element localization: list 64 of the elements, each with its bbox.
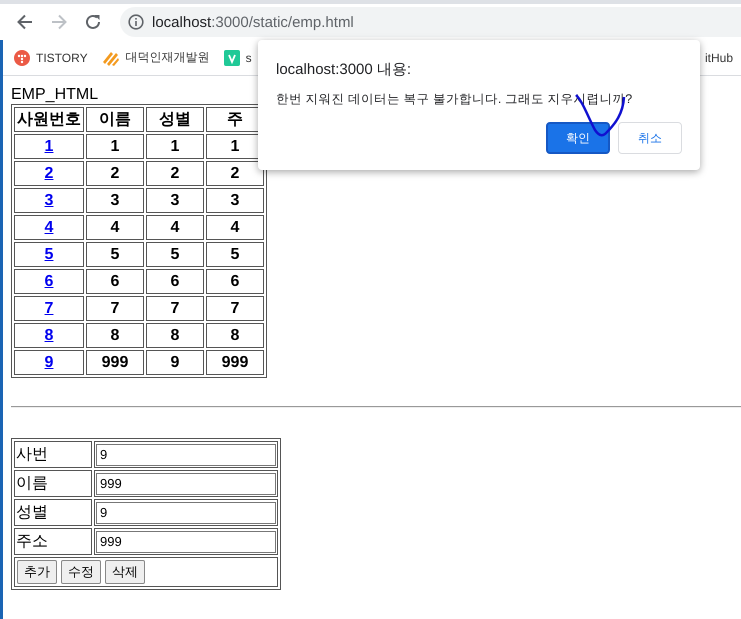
employee-link[interactable]: 9 bbox=[44, 354, 54, 370]
employee-link[interactable]: 3 bbox=[44, 192, 54, 208]
table-cell: 7 bbox=[206, 296, 264, 321]
table-cell: 4 bbox=[206, 215, 264, 240]
info-icon[interactable] bbox=[128, 14, 144, 30]
table-caption: EMP_HTML bbox=[11, 86, 98, 104]
dialog-title: localhost:3000 내용: bbox=[276, 60, 412, 79]
table-cell: 3 bbox=[206, 188, 264, 213]
cancel-button[interactable]: 취소 bbox=[618, 122, 682, 154]
field-label: 이름 bbox=[14, 470, 92, 497]
stripes-icon bbox=[102, 50, 120, 66]
dots-icon bbox=[14, 50, 30, 66]
employee-link[interactable]: 2 bbox=[44, 164, 54, 182]
table-cell: 8 bbox=[146, 323, 204, 348]
table-cell: 7 bbox=[146, 296, 204, 321]
table-cell: 6 bbox=[86, 269, 144, 294]
table-cell: 999 bbox=[86, 350, 144, 375]
employee-link[interactable]: 4 bbox=[44, 218, 54, 236]
input-field[interactable]: 999 bbox=[96, 530, 276, 552]
bookmark-link[interactable]: TISTORY bbox=[36, 50, 88, 64]
form-button[interactable]: 삭제 bbox=[105, 560, 145, 584]
field-label: 성별 bbox=[14, 499, 92, 526]
table-cell: 2 bbox=[86, 161, 144, 186]
employee-link[interactable]: 6 bbox=[44, 272, 54, 290]
table-cell: 6 bbox=[206, 269, 264, 294]
bookmark-link[interactable]: 대덕인재개발원 bbox=[126, 49, 210, 66]
table-cell: 999 bbox=[206, 350, 264, 375]
url-text: localhost:3000/static/emp.html bbox=[152, 14, 354, 30]
confirm-button[interactable]: 확인 bbox=[546, 122, 610, 154]
reload-icon[interactable] bbox=[84, 13, 102, 31]
table-cell: 1 bbox=[86, 134, 144, 159]
address-bar[interactable]: localhost:3000/static/emp.html bbox=[120, 7, 741, 37]
table-cell: 3 bbox=[146, 188, 204, 213]
employee-link[interactable]: 7 bbox=[44, 300, 54, 316]
table-cell: 4 bbox=[86, 215, 144, 240]
v-tile-icon bbox=[224, 50, 240, 66]
input-field[interactable]: 9 bbox=[96, 444, 276, 466]
table-cell: 5 bbox=[206, 242, 264, 267]
column-header: 사원번호 bbox=[14, 107, 84, 132]
table-cell: 7 bbox=[86, 296, 144, 321]
table-cell: 9 bbox=[146, 350, 204, 375]
employee-link[interactable]: 5 bbox=[44, 246, 54, 262]
field-label: 사번 bbox=[14, 441, 92, 468]
bookmark-link[interactable]: s bbox=[246, 50, 252, 64]
employee-link[interactable]: 8 bbox=[44, 326, 54, 344]
table-cell: 8 bbox=[86, 323, 144, 348]
input-field[interactable]: 999 bbox=[96, 472, 276, 494]
back-icon[interactable] bbox=[16, 13, 34, 31]
column-header: 성별 bbox=[146, 107, 204, 132]
field-label: 주소 bbox=[14, 528, 92, 555]
table-cell: 3 bbox=[86, 188, 144, 213]
table-cell: 1 bbox=[146, 134, 204, 159]
column-header: 이름 bbox=[86, 107, 144, 132]
form-button[interactable]: 추가 bbox=[17, 560, 57, 584]
table-cell: 5 bbox=[86, 242, 144, 267]
table-cell: 5 bbox=[146, 242, 204, 267]
employee-link[interactable]: 1 bbox=[44, 138, 54, 154]
bookmark-link[interactable]: itHub bbox=[704, 50, 733, 64]
table-cell: 6 bbox=[146, 269, 204, 294]
table-cell: 8 bbox=[206, 323, 264, 348]
input-field[interactable]: 9 bbox=[96, 502, 276, 524]
table-cell: 2 bbox=[146, 161, 204, 186]
form-button[interactable]: 수정 bbox=[61, 560, 101, 584]
table-cell: 4 bbox=[146, 215, 204, 240]
